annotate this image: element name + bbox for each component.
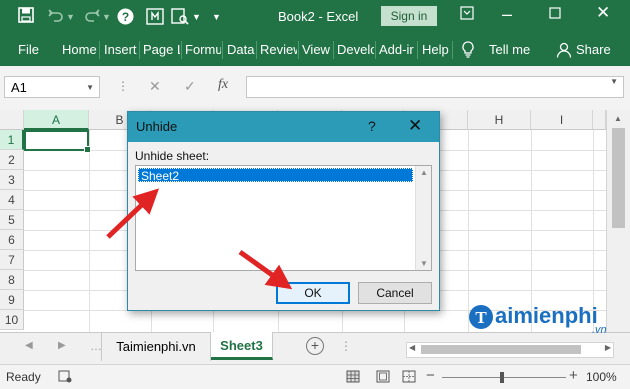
watermark-tld: .vn — [592, 324, 607, 336]
arrow-to-ok-button — [238, 249, 293, 290]
watermark-brand: aimienphi — [495, 303, 598, 328]
svg-text:T: T — [475, 308, 487, 327]
taimienphi-logo-icon: T — [469, 305, 493, 329]
taimienphi-watermark: T aimienphi .vn — [468, 300, 618, 336]
arrow-to-sheet2 — [106, 188, 160, 239]
